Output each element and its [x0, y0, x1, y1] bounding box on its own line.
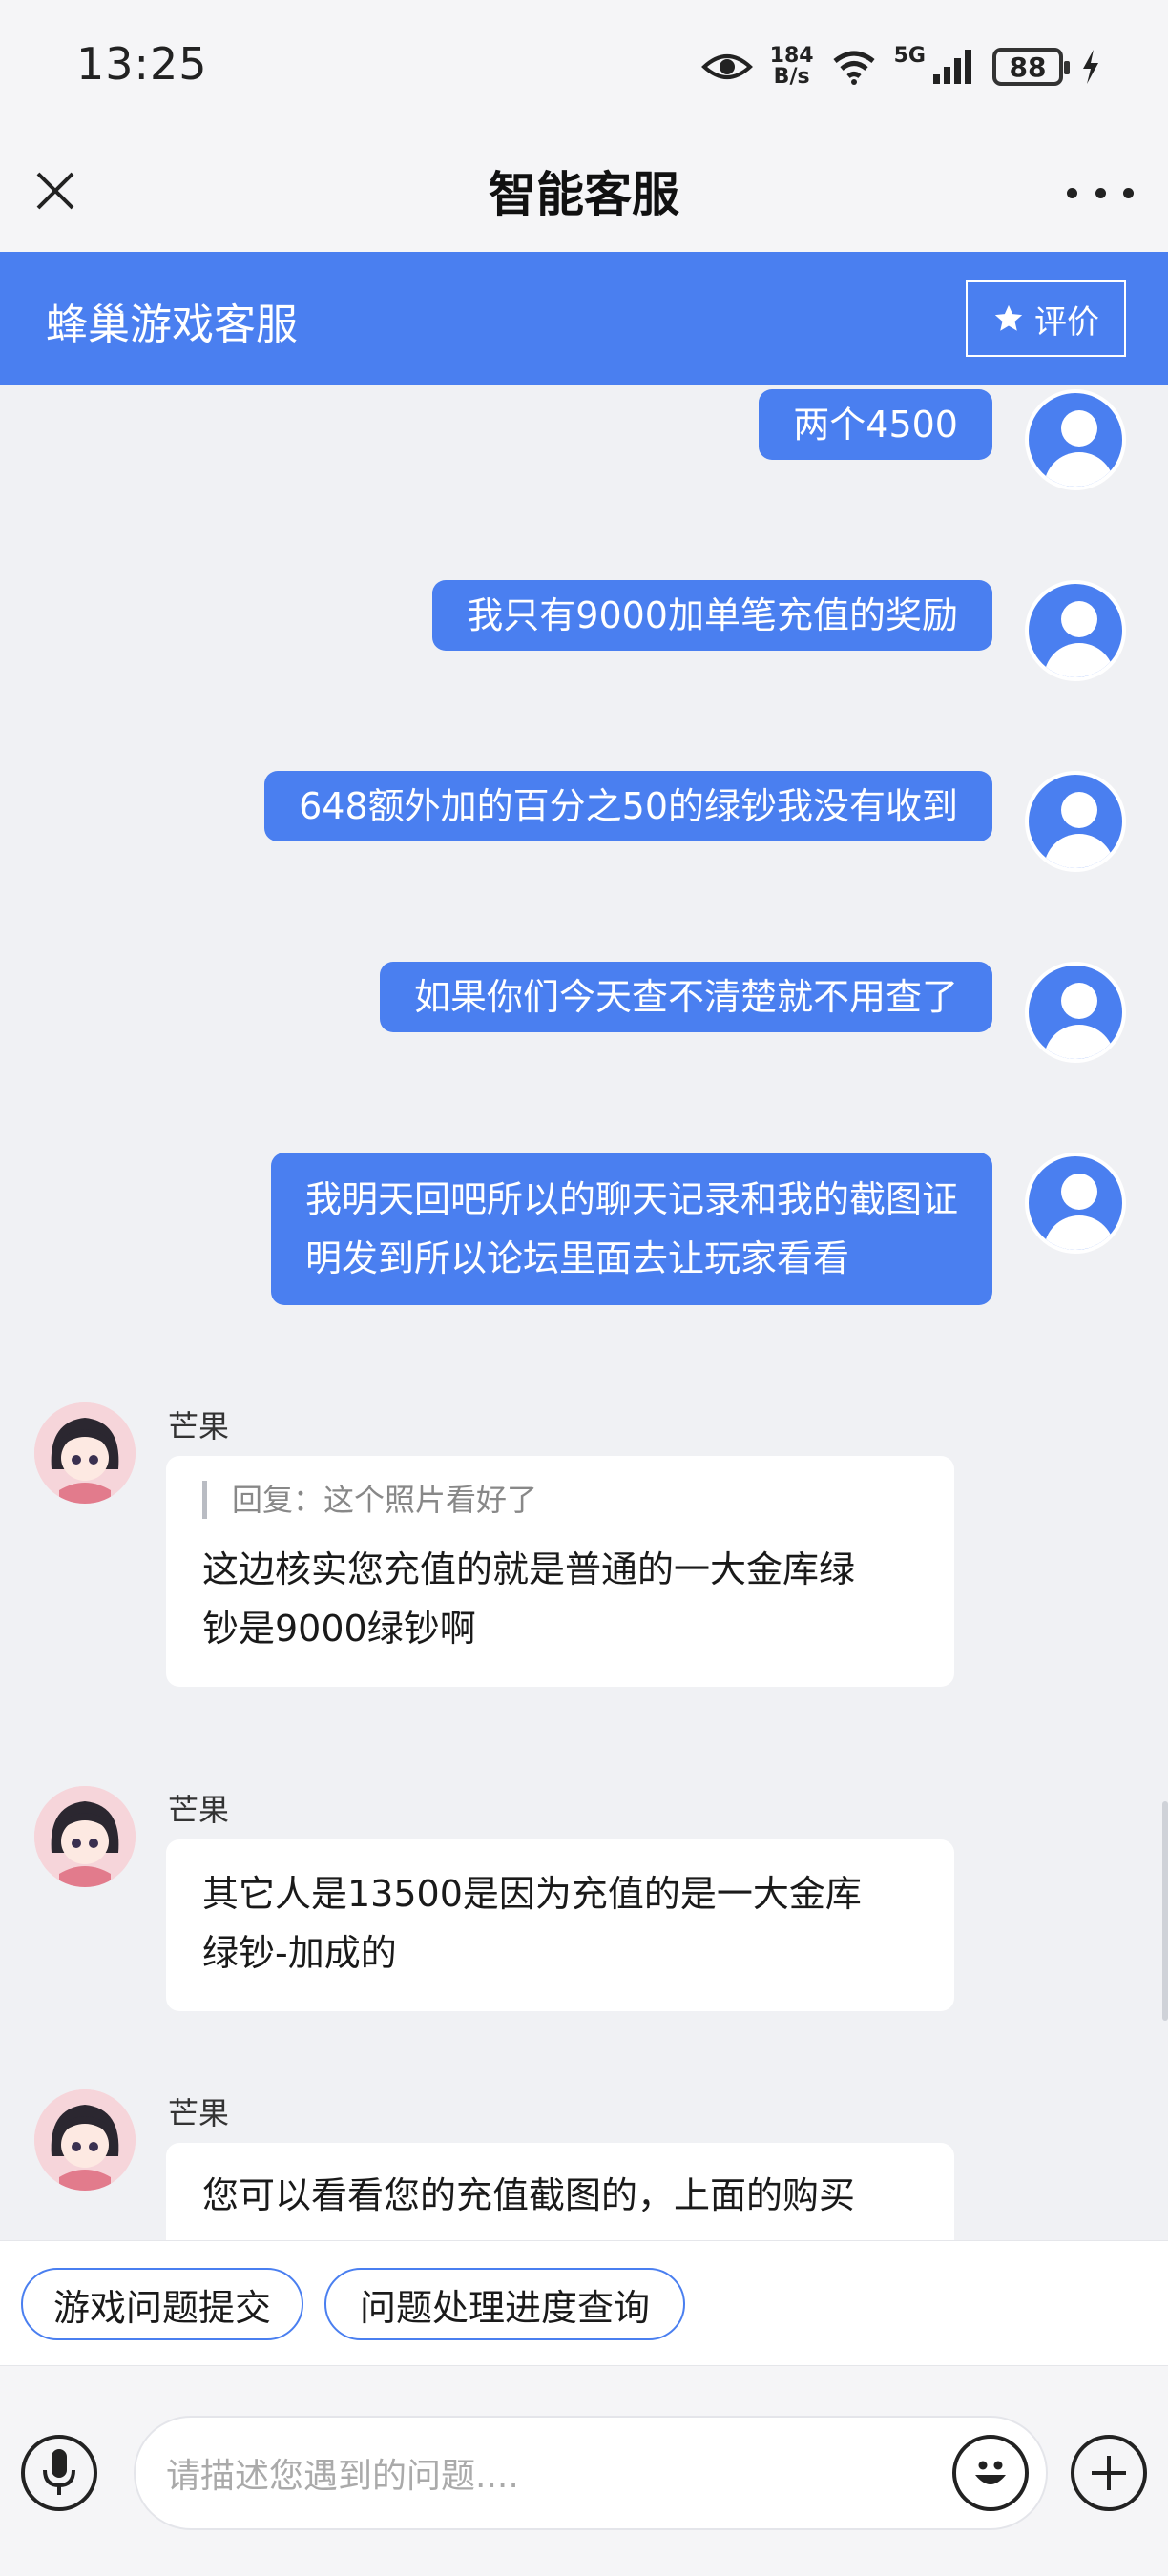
user-avatar: [1025, 580, 1126, 681]
chat-area[interactable]: 两个4500 我只有9000加单笔充值的奖励 648额外加的百分之50的绿钞我没…: [0, 385, 1168, 2240]
message-input[interactable]: 请描述您遇到的问题....: [134, 2416, 1048, 2530]
user-message: 我明天回吧所以的聊天记录和我的截图证 明发到所以论坛里面去让玩家看看: [270, 1153, 1126, 1305]
emoji-button[interactable]: [952, 2435, 1029, 2511]
agent-avatar[interactable]: [34, 1786, 136, 1887]
user-message-text: 我明天回吧所以的聊天记录和我的截图证: [304, 1178, 958, 1220]
battery-indicator: 88: [992, 48, 1070, 86]
agent-message-bubble[interactable]: 回复：这个照片看好了 这边核实您充值的就是普通的一大金库绿 钞是9000绿钞啊: [166, 1456, 954, 1687]
status-bar: 13:25 184 B/s 5G 88: [0, 0, 1168, 134]
network-speed-unit: B/s: [773, 65, 810, 89]
more-options-button[interactable]: [1067, 164, 1134, 221]
user-message-text: 如果你们今天查不清楚就不用查了: [413, 976, 958, 1018]
user-avatar: [1025, 771, 1126, 872]
user-message-text: 我只有9000加单笔充值的奖励: [467, 594, 958, 636]
page-title: 智能客服: [489, 167, 679, 222]
user-message-text: 648额外加的百分之50的绿钞我没有收到: [299, 785, 958, 827]
user-message: 648额外加的百分之50的绿钞我没有收到: [264, 771, 1126, 872]
chat-scrollbar[interactable]: [1162, 1801, 1168, 2021]
agent-name: 芒果: [168, 1792, 230, 1828]
user-message-bubble[interactable]: 我只有9000加单笔充值的奖励: [432, 580, 992, 651]
more-dot-icon: [1095, 187, 1106, 198]
agent-avatar[interactable]: [34, 2089, 136, 2191]
network-type: 5G: [893, 44, 926, 68]
eye-icon: [700, 54, 753, 79]
add-attachment-button[interactable]: [1071, 2435, 1147, 2511]
user-message: 我只有9000加单笔充值的奖励: [432, 580, 1126, 681]
microphone-icon: [43, 2449, 75, 2495]
more-dot-icon: [1067, 187, 1077, 198]
service-title: 蜂巢游戏客服: [46, 301, 298, 349]
user-message-text: 两个4500: [793, 404, 958, 446]
emoji-icon: [975, 2461, 1006, 2484]
agent-message-text: 绿钞-加成的: [202, 1932, 397, 1974]
user-message-bubble[interactable]: 如果你们今天查不清楚就不用查了: [379, 962, 992, 1032]
agent-message-text: 其它人是13500是因为充值的是一大金库: [202, 1873, 862, 1915]
wifi-icon: [833, 51, 875, 85]
user-avatar: [1025, 389, 1126, 490]
network-speed: 184 B/s: [770, 46, 814, 88]
agent-message-text: 钞是9000绿钞啊: [202, 1608, 476, 1650]
status-icons: 184 B/s 5G 88: [700, 40, 1101, 93]
rate-label: 评价: [1034, 302, 1099, 342]
charging-icon: [1083, 50, 1098, 84]
quick-action-submit-issue[interactable]: 游戏问题提交: [21, 2268, 303, 2340]
voice-input-button[interactable]: [21, 2435, 97, 2511]
agent-message-bubble[interactable]: 其它人是13500是因为充值的是一大金库 绿钞-加成的: [166, 1839, 954, 2011]
user-message-bubble[interactable]: 我明天回吧所以的聊天记录和我的截图证 明发到所以论坛里面去让玩家看看: [270, 1153, 992, 1305]
status-time: 13:25: [76, 38, 208, 90]
user-message-bubble[interactable]: 两个4500: [759, 389, 992, 460]
user-message-bubble[interactable]: 648额外加的百分之50的绿钞我没有收到: [264, 771, 992, 841]
quick-action-check-progress[interactable]: 问题处理进度查询: [324, 2268, 685, 2340]
user-message-text: 明发到所以论坛里面去让玩家看看: [304, 1237, 849, 1279]
message-input-placeholder: 请描述您遇到的问题....: [166, 2457, 519, 2496]
user-avatar: [1025, 962, 1126, 1063]
user-message: 如果你们今天查不清楚就不用查了: [379, 962, 1126, 1063]
star-icon: [994, 304, 1023, 331]
user-avatar: [1025, 1153, 1126, 1254]
agent-message-text: 这边核实您充值的就是普通的一大金库绿: [202, 1548, 856, 1590]
signal-icon: [933, 50, 971, 84]
agent-message-bubble[interactable]: 您可以看看您的充值截图的，上面的购买: [166, 2143, 954, 2240]
more-dot-icon: [1123, 187, 1134, 198]
rate-button[interactable]: 评价: [966, 280, 1126, 357]
agent-avatar-icon: [34, 1786, 136, 1887]
agent-name: 芒果: [168, 1408, 230, 1444]
network-speed-value: 184: [769, 44, 814, 68]
agent-name: 芒果: [168, 2095, 230, 2131]
battery-level: 88: [1009, 51, 1047, 83]
agent-avatar[interactable]: [34, 1402, 136, 1504]
agent-avatar-icon: [34, 1402, 136, 1504]
service-header: 蜂巢游戏客服 评价: [0, 252, 1168, 385]
user-message: 两个4500: [759, 389, 1126, 490]
agent-message-text: 您可以看看您的充值截图的，上面的购买: [202, 2174, 856, 2216]
agent-avatar-icon: [34, 2089, 136, 2191]
input-bar: 请描述您遇到的问题....: [0, 2366, 1168, 2576]
nav-bar: 智能客服: [0, 134, 1168, 252]
reply-quote: 回复：这个照片看好了: [202, 1481, 918, 1519]
plus-icon: [1092, 2456, 1126, 2490]
quick-actions-bar: 游戏问题提交 问题处理进度查询: [0, 2240, 1168, 2366]
